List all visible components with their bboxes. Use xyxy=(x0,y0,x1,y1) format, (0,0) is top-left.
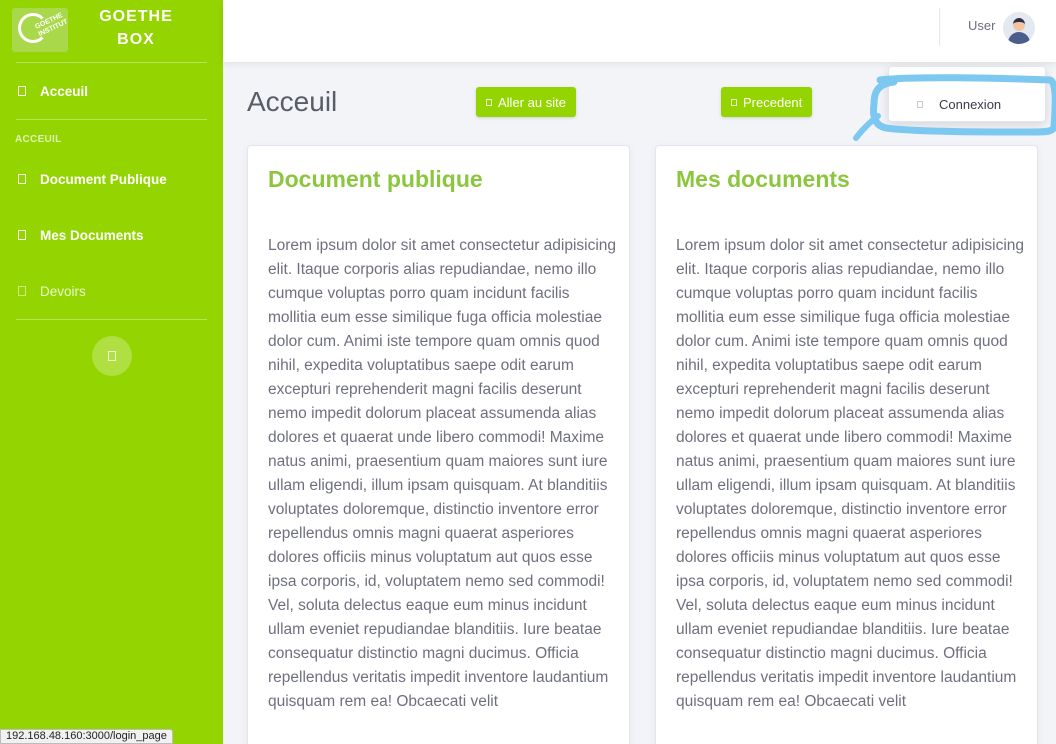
folder-icon xyxy=(18,174,26,184)
card-title: Document publique xyxy=(268,166,483,192)
avatar-body xyxy=(1008,32,1030,44)
card-document-publique: Document publique Lorem ipsum dolor sit … xyxy=(247,145,630,744)
card-title: Mes documents xyxy=(676,166,850,192)
topbar-divider xyxy=(939,8,940,46)
brand[interactable]: GOETHE INSTITUT GOETHE BOX xyxy=(0,0,223,62)
tasks-icon xyxy=(18,286,26,296)
card-body: Lorem ipsum dolor sit amet consectetur a… xyxy=(268,237,617,710)
dropdown-item-label: Connexion xyxy=(939,96,1002,112)
user-avatar-icon[interactable] xyxy=(1003,12,1035,44)
sidebar-divider xyxy=(16,319,207,320)
sidebar-toggle-button[interactable] xyxy=(91,336,132,376)
card-body: Lorem ipsum dolor sit amet consectetur a… xyxy=(676,237,1025,710)
goethe-logo: GOETHE INSTITUT xyxy=(12,8,69,52)
page-title: Acceuil xyxy=(247,86,338,117)
sidebar-item-document-publique[interactable]: Document Publique xyxy=(0,151,223,207)
sidebar-item-mes-documents[interactable]: Mes Documents xyxy=(0,207,223,263)
sidebar: GOETHE INSTITUT GOETHE BOX Acceuil ACCEU… xyxy=(0,0,223,744)
topbar: User xyxy=(223,0,1056,62)
dropdown-item-connexion[interactable]: Connexion xyxy=(889,91,1045,117)
avatar-head xyxy=(1013,18,1025,31)
card-mes-documents: Mes documents Lorem ipsum dolor sit amet… xyxy=(655,145,1038,744)
status-bar-url: 192.168.48.160:3000/login_page xyxy=(0,729,173,744)
sidebar-item-acceuil[interactable]: Acceuil xyxy=(0,63,223,119)
home-icon xyxy=(18,86,26,96)
sign-in-icon xyxy=(917,100,923,108)
arrow-left-icon xyxy=(731,98,737,106)
sidebar-item-devoirs[interactable]: Devoirs xyxy=(0,263,223,319)
previous-button[interactable]: Precedent xyxy=(721,87,813,117)
external-link-icon xyxy=(486,98,492,106)
chevron-left-icon xyxy=(107,351,116,361)
user-name[interactable]: User xyxy=(968,18,995,33)
previous-label: Precedent xyxy=(743,94,803,110)
user-dropdown-menu: Connexion xyxy=(888,66,1046,122)
sidebar-item-label: Mes Documents xyxy=(40,227,144,243)
go-to-site-button[interactable]: Aller au site xyxy=(476,87,576,117)
sidebar-item-label: Acceuil xyxy=(40,83,89,99)
sidebar-heading: ACCEUIL xyxy=(15,134,62,145)
sidebar-item-label: Document Publique xyxy=(40,171,167,187)
go-to-site-label: Aller au site xyxy=(498,94,566,110)
file-icon xyxy=(18,230,26,240)
brand-title: GOETHE BOX xyxy=(99,8,173,48)
sidebar-item-label: Devoirs xyxy=(40,283,86,299)
